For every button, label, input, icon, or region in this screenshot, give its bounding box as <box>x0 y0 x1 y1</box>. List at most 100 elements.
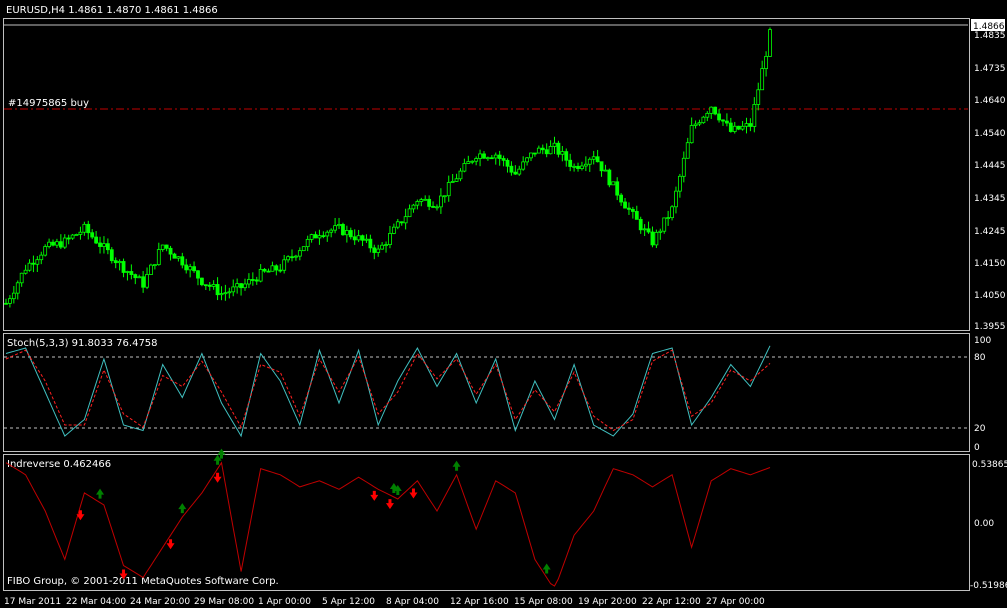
candle-body <box>223 292 228 295</box>
chart-background <box>0 0 1007 608</box>
candle-body <box>556 142 561 155</box>
candle-body <box>419 199 424 202</box>
candle-body <box>235 283 240 288</box>
candle-body <box>47 241 51 247</box>
candle-body <box>517 168 522 175</box>
price-tick: 1.4150 <box>974 259 1006 269</box>
candle-body <box>454 178 459 182</box>
candle-body <box>282 259 287 271</box>
candle-body <box>388 233 392 245</box>
candle-body <box>423 198 428 201</box>
candle-body <box>466 161 471 164</box>
candle-body <box>27 262 32 271</box>
candle-body <box>368 238 373 249</box>
time-label: 17 Mar 2011 <box>4 597 61 607</box>
candle-body <box>145 274 149 288</box>
candle-body <box>442 195 447 198</box>
time-label: 15 Apr 08:00 <box>514 597 573 607</box>
candle-body <box>748 123 753 127</box>
candle-body <box>572 165 577 168</box>
candle-body <box>239 283 243 289</box>
candle-body <box>650 231 655 246</box>
candle-body <box>482 153 486 159</box>
candle-body <box>98 242 102 247</box>
candle-body <box>697 122 702 125</box>
candle-body <box>211 284 216 287</box>
candle-body <box>564 151 569 161</box>
time-label: 5 Apr 12:00 <box>322 597 375 607</box>
candle-body <box>94 236 99 244</box>
candle-body <box>125 271 130 273</box>
time-label: 12 Apr 16:00 <box>450 597 509 607</box>
candle-body <box>156 249 161 265</box>
candle-body <box>297 250 302 257</box>
price-tick: 1.4835 <box>974 31 1006 41</box>
candle-body <box>611 181 616 186</box>
candle-body <box>407 208 412 218</box>
candle-body <box>634 211 639 220</box>
candle-body <box>188 266 193 271</box>
candle-body <box>544 149 549 155</box>
candle-body <box>462 163 467 172</box>
candle-body <box>313 234 318 239</box>
candle-body <box>478 153 482 159</box>
indreverse-tick-top: 0.53865 <box>972 460 1007 470</box>
candle-body <box>725 120 729 124</box>
candle-body <box>39 254 44 261</box>
candle-body <box>446 182 451 197</box>
candle-body <box>658 230 663 233</box>
candle-body <box>552 142 557 147</box>
candle-body <box>341 224 345 236</box>
candle-body <box>278 269 283 272</box>
candle-body <box>450 181 455 183</box>
candle-body <box>141 276 146 288</box>
candle-body <box>752 104 757 127</box>
candle-body <box>113 260 118 264</box>
candle-body <box>348 230 353 238</box>
candle-body <box>713 106 718 115</box>
candle-body <box>415 201 420 206</box>
candle-body <box>133 274 138 279</box>
candle-body <box>192 266 196 272</box>
candle-body <box>90 232 95 238</box>
candle-body <box>58 241 63 248</box>
candle-body <box>258 268 263 282</box>
candle-body <box>180 256 185 266</box>
stoch-tick-80: 80 <box>974 353 986 363</box>
candle-body <box>529 152 533 159</box>
candle-body <box>619 194 624 203</box>
candle-body <box>509 165 514 173</box>
candle-body <box>540 147 545 151</box>
candle-body <box>344 230 349 236</box>
candle-body <box>262 268 267 272</box>
candle-body <box>196 270 200 279</box>
candle-body <box>615 181 620 196</box>
candle-body <box>497 154 502 159</box>
candle-body <box>309 234 314 240</box>
candle-body <box>247 279 251 285</box>
candle-body <box>627 207 631 210</box>
candle-body <box>35 259 40 265</box>
candle-body <box>681 157 686 177</box>
time-label: 22 Mar 04:00 <box>66 597 126 607</box>
candle-body <box>427 198 432 207</box>
candle-body <box>51 241 55 246</box>
candle-body <box>66 237 71 240</box>
candle-body <box>603 169 608 172</box>
candle-body <box>294 255 298 258</box>
stoch-label: Stoch(5,3,3) 91.8033 76.4758 <box>7 338 158 349</box>
candle-body <box>23 269 28 274</box>
indreverse-tick-zero: 0.00 <box>974 519 994 529</box>
candle-body <box>728 122 733 132</box>
trading-chart[interactable]: 1.4866 #14975865 buy EURUSD,H4 1.4861 1.… <box>0 0 1007 608</box>
candle-body <box>219 293 224 296</box>
candle-body <box>329 229 334 233</box>
candle-body <box>403 216 408 224</box>
candle-body <box>623 201 627 209</box>
candle-body <box>121 261 126 273</box>
candle-body <box>176 256 181 259</box>
time-label: 27 Apr 00:00 <box>706 597 765 607</box>
candle-body <box>505 159 510 167</box>
candle-body <box>709 106 714 114</box>
candle-body <box>438 195 443 208</box>
